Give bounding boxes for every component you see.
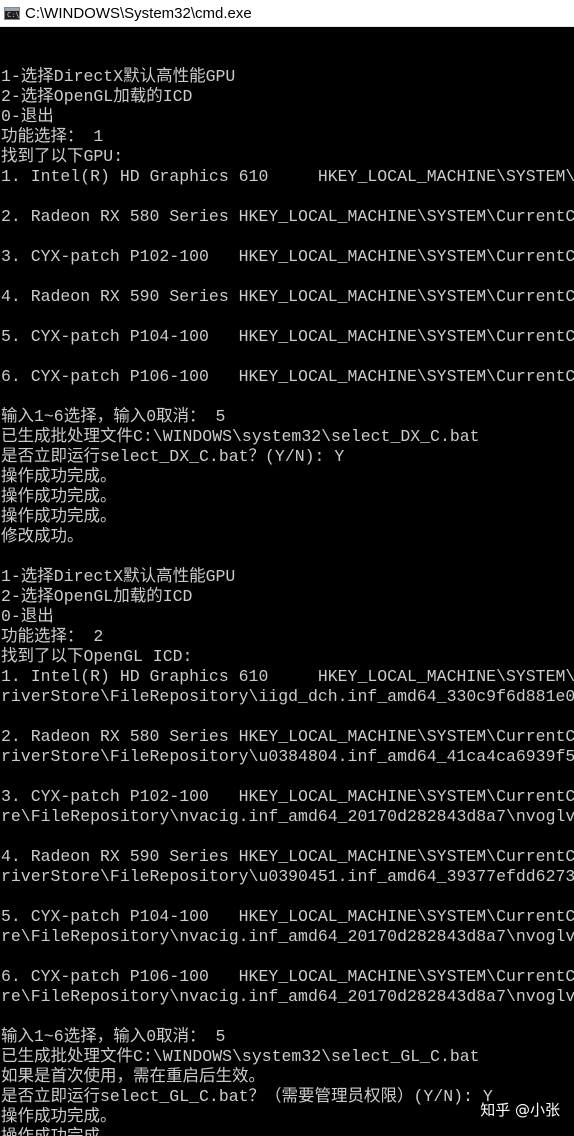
console-line: 6. CYX-patch P106-100 HKEY_LOCAL_MACHINE… <box>1 967 574 986</box>
console-line: 找到了以下GPU: <box>1 147 124 166</box>
console-line: 已生成批处理文件C:\WINDOWS\system32\select_GL_C.… <box>1 1047 480 1066</box>
console-line: 修改成功。 <box>1 527 84 546</box>
window-titlebar[interactable]: C:\ C:\WINDOWS\System32\cmd.exe <box>0 0 574 27</box>
console-line: 0-退出 <box>1 607 54 626</box>
console-line: 1-选择DirectX默认高性能GPU <box>1 67 236 86</box>
console-line: 2-选择OpenGL加载的ICD <box>1 587 193 606</box>
console-output[interactable]: 1-选择DirectX默认高性能GPU 2-选择OpenGL加载的ICD 0-退出功… <box>0 28 574 1136</box>
console-line: 1. Intel(R) HD Graphics 610 HKEY_LOCAL_M… <box>1 167 574 186</box>
console-line: 2. Radeon RX 580 Series HKEY_LOCAL_MACHI… <box>1 207 574 226</box>
console-icon[interactable]: C:\ <box>4 6 20 20</box>
console-line: 2-选择OpenGL加载的ICD <box>1 87 193 106</box>
console-line: 操作成功完成。 <box>1 487 117 506</box>
console-line: re\FileRepository\nvacig.inf_amd64_20170… <box>1 987 574 1006</box>
console-line: 操作成功完成。 <box>1 507 117 526</box>
console-line: riverStore\FileRepository\iigd_dch.inf_a… <box>1 687 574 706</box>
console-line: 5. CYX-patch P104-100 HKEY_LOCAL_MACHINE… <box>1 327 574 346</box>
console-line: 3. CYX-patch P102-100 HKEY_LOCAL_MACHINE… <box>1 247 574 266</box>
console-line: 6. CYX-patch P106-100 HKEY_LOCAL_MACHINE… <box>1 367 574 386</box>
console-line: 如果是首次使用，需在重启后生效。 <box>1 1067 265 1086</box>
console-line: 1. Intel(R) HD Graphics 610 HKEY_LOCAL_M… <box>1 667 574 686</box>
console-line: 功能选择： 1 <box>1 127 104 146</box>
console-line: 已生成批处理文件C:\WINDOWS\system32\select_DX_C.… <box>1 427 480 446</box>
console-line: 0-退出 <box>1 107 54 126</box>
console-icon-glyph: C:\ <box>7 10 20 19</box>
console-line: 找到了以下OpenGL ICD: <box>1 647 193 666</box>
console-line: 2. Radeon RX 580 Series HKEY_LOCAL_MACHI… <box>1 727 574 746</box>
console-line: 输入1~6选择，输入0取消： 5 <box>1 1027 226 1046</box>
window-title: C:\WINDOWS\System32\cmd.exe <box>25 4 252 22</box>
console-line: 是否立即运行select_DX_C.bat？(Y/N): Y <box>1 447 345 466</box>
console-line: re\FileRepository\nvacig.inf_amd64_20170… <box>1 927 574 946</box>
watermark-label: 知乎 @小张 <box>480 1101 560 1119</box>
console-line: 操作成功完成。 <box>1 1127 574 1136</box>
console-line: riverStore\FileRepository\u0384804.inf_a… <box>1 747 574 766</box>
console-line: 3. CYX-patch P102-100 HKEY_LOCAL_MACHINE… <box>1 787 574 806</box>
console-line: 5. CYX-patch P104-100 HKEY_LOCAL_MACHINE… <box>1 907 574 926</box>
console-line: 4. Radeon RX 590 Series HKEY_LOCAL_MACHI… <box>1 287 574 306</box>
console-line: re\FileRepository\nvacig.inf_amd64_20170… <box>1 807 574 826</box>
console-line: 输入1~6选择，输入0取消： 5 <box>1 407 226 426</box>
console-line: 1-选择DirectX默认高性能GPU <box>1 567 236 586</box>
console-lines: 1-选择DirectX默认高性能GPU 2-选择OpenGL加载的ICD 0-退出功… <box>1 47 574 1136</box>
console-line: riverStore\FileRepository\u0390451.inf_a… <box>1 867 574 886</box>
console-line: 操作成功完成。 <box>1 467 117 486</box>
console-line: 功能选择： 2 <box>1 627 104 646</box>
console-line: 4. Radeon RX 590 Series HKEY_LOCAL_MACHI… <box>1 847 574 866</box>
